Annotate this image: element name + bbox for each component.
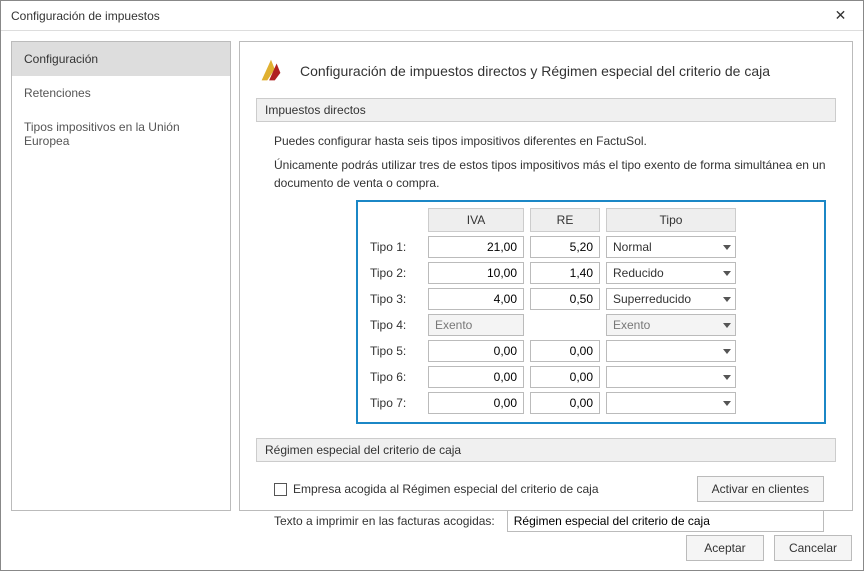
row-label: Tipo 6:	[366, 370, 422, 384]
tipo-select-6[interactable]	[606, 366, 736, 388]
table-row: Tipo 7:	[366, 392, 816, 414]
row-label: Tipo 3:	[366, 292, 422, 306]
sidebar-item-configuracion[interactable]: Configuración	[12, 42, 230, 76]
re-input-5[interactable]	[530, 340, 600, 362]
row-label: Tipo 2:	[366, 266, 422, 280]
regimen-checkbox-label: Empresa acogida al Régimen especial del …	[293, 482, 599, 496]
chevron-down-icon	[723, 401, 731, 406]
table-row: Tipo 1: Normal	[366, 236, 816, 258]
page-title: Configuración de impuestos directos y Ré…	[300, 63, 770, 79]
row-label: Tipo 5:	[366, 344, 422, 358]
cancel-button[interactable]: Cancelar	[774, 535, 852, 561]
row-label: Tipo 7:	[366, 396, 422, 410]
re-input-3[interactable]	[530, 288, 600, 310]
iva-input-3[interactable]	[428, 288, 524, 310]
iva-input-7[interactable]	[428, 392, 524, 414]
window-title: Configuración de impuestos	[11, 9, 160, 23]
row-label: Tipo 4:	[366, 318, 422, 332]
texto-imprimir-input[interactable]	[507, 510, 824, 532]
tipo-select-3[interactable]: Superreducido	[606, 288, 736, 310]
iva-input-2[interactable]	[428, 262, 524, 284]
tax-table: IVA RE Tipo Tipo 1: Normal Tipo 2: Reduc…	[356, 200, 826, 424]
agencia-logo-icon	[256, 56, 286, 86]
col-header-iva: IVA	[428, 208, 524, 232]
re-input-6[interactable]	[530, 366, 600, 388]
texto-imprimir-label: Texto a imprimir en las facturas acogida…	[274, 514, 495, 528]
tipo-select-4: Exento	[606, 314, 736, 336]
table-row: Tipo 5:	[366, 340, 816, 362]
sidebar-item-retenciones[interactable]: Retenciones	[12, 76, 230, 110]
iva-input-1[interactable]	[428, 236, 524, 258]
chevron-down-icon	[723, 245, 731, 250]
re-input-1[interactable]	[530, 236, 600, 258]
iva-input-5[interactable]	[428, 340, 524, 362]
section-impuestos-header: Impuestos directos	[256, 98, 836, 122]
table-row: Tipo 3: Superreducido	[366, 288, 816, 310]
tipo-select-7[interactable]	[606, 392, 736, 414]
tipo-select-2[interactable]: Reducido	[606, 262, 736, 284]
close-icon[interactable]: ✕	[818, 1, 863, 31]
table-row: Tipo 2: Reducido	[366, 262, 816, 284]
table-row: Tipo 4: Exento	[366, 314, 816, 336]
tipo-select-1[interactable]: Normal	[606, 236, 736, 258]
main-panel: Configuración de impuestos directos y Ré…	[239, 41, 853, 511]
re-input-2[interactable]	[530, 262, 600, 284]
col-header-re: RE	[530, 208, 600, 232]
tipo-select-5[interactable]	[606, 340, 736, 362]
chevron-down-icon	[723, 323, 731, 328]
chevron-down-icon	[723, 375, 731, 380]
activar-clientes-button[interactable]: Activar en clientes	[697, 476, 824, 502]
re-input-7[interactable]	[530, 392, 600, 414]
intro-text-2: Únicamente podrás utilizar tres de estos…	[256, 156, 836, 192]
chevron-down-icon	[723, 349, 731, 354]
regimen-checkbox[interactable]	[274, 483, 287, 496]
row-label: Tipo 1:	[366, 240, 422, 254]
sidebar-item-tipos-ue[interactable]: Tipos impositivos en la Unión Europea	[12, 110, 230, 158]
titlebar: Configuración de impuestos ✕	[1, 1, 863, 31]
iva-input-4	[428, 314, 524, 336]
accept-button[interactable]: Aceptar	[686, 535, 764, 561]
sidebar: Configuración Retenciones Tipos impositi…	[11, 41, 231, 511]
table-row: Tipo 6:	[366, 366, 816, 388]
section-regimen-header: Régimen especial del criterio de caja	[256, 438, 836, 462]
col-header-tipo: Tipo	[606, 208, 736, 232]
intro-text-1: Puedes configurar hasta seis tipos impos…	[256, 132, 836, 150]
iva-input-6[interactable]	[428, 366, 524, 388]
chevron-down-icon	[723, 297, 731, 302]
chevron-down-icon	[723, 271, 731, 276]
